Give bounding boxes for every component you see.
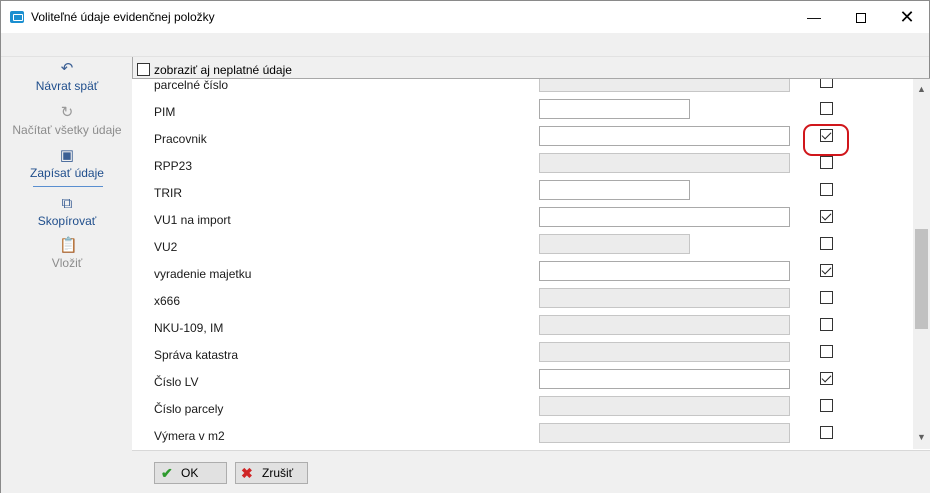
table-row: Správa katastra [132,342,912,369]
highlight-annotation [803,124,849,156]
sidebar-item-2[interactable]: ▣ Zapísať údaje [1,147,133,181]
field-name: vyradenie majetku [154,267,252,281]
show-invalid-checkbox[interactable] [137,63,150,77]
field-value-input[interactable] [539,207,790,227]
field-name: Číslo parcely [154,402,224,416]
sidebar-item-label: Načítať všetky údaje [12,123,122,137]
close-button[interactable]: ✕ [884,1,930,33]
field-enabled-checkbox[interactable] [820,183,833,196]
show-invalid-label: zobraziť aj neplatné údaje [154,62,292,77]
app-icon [10,11,24,23]
ok-button-label: OK [181,466,199,480]
field-name: Správa katastra [154,348,239,362]
field-value-input [539,79,790,92]
field-name: NKU-109, IM [154,321,224,335]
table-row: vyradenie majetku [132,261,912,288]
field-name: VU2 [154,240,178,254]
field-value-input[interactable] [539,126,790,146]
field-enabled-checkbox[interactable] [820,345,833,358]
paste-icon: 📋 [59,237,78,254]
field-enabled-checkbox[interactable] [820,237,833,250]
sidebar-item-3[interactable]: ⧉ Skopírovať [1,195,133,229]
table-row: RPP23 [132,153,912,180]
field-value-input [539,153,790,173]
copy-icon: ⧉ [61,195,73,212]
reload-icon: ↻ [60,104,74,121]
cancel-button-label: Zrušiť [262,466,294,480]
field-value-input [539,234,690,254]
field-name: Výmera v m2 [154,429,225,443]
selection-underline [33,186,103,187]
field-name: x666 [154,294,181,308]
undo-arrow-icon: ↶ [60,60,74,77]
sidebar-item-0[interactable]: ↶ Návrat späť [1,60,133,94]
show-invalid-option[interactable]: zobraziť aj neplatné údaje [137,62,292,77]
title-bar: Voliteľné údaje evidenčnej položky — ✕ [1,1,929,33]
scroll-up-icon[interactable]: ▲ [913,81,930,97]
field-enabled-checkbox[interactable] [820,79,833,88]
table-row: TRIR [132,180,912,207]
table-row: Číslo LV [132,369,912,396]
maximize-icon [856,13,866,24]
sidebar-item-1: ↻ Načítať všetky údaje [1,104,133,138]
sidebar-item-label: Skopírovať [37,214,97,228]
toolbar-strip [1,33,929,57]
field-enabled-checkbox[interactable] [820,426,833,439]
sidebar-item-4: 📋 Vložiť [1,237,133,271]
field-enabled-checkbox[interactable] [820,372,833,385]
sidebar-item-label: Návrat späť [35,79,99,93]
dialog-window: Voliteľné údaje evidenčnej položky — ✕ ↶… [0,0,930,493]
field-value-input [539,342,790,362]
field-value-input[interactable] [539,99,690,119]
field-enabled-checkbox[interactable] [820,399,833,412]
field-value-input[interactable] [539,261,790,281]
cancel-x-icon: ✖ [241,465,253,481]
sidebar: ↶ Návrat späť ↻ Načítať všetky údaje ▣ Zapísa… [1,57,133,493]
field-name: RPP23 [154,159,193,173]
field-enabled-checkbox[interactable] [820,291,833,304]
table-row: NKU-109, IM [132,315,912,342]
table-row: Výmera v m2 [132,423,912,450]
save-disk-icon: ▣ [59,147,75,164]
scroll-thumb[interactable] [915,229,928,329]
cancel-button[interactable]: ✖ Zrušiť [235,462,308,484]
field-name: PIM [154,105,176,119]
field-value-input [539,315,790,335]
table-row: x666 [132,288,912,315]
table-row: Číslo parcely [132,396,912,423]
field-name: VU1 na import [154,213,231,227]
field-value-input[interactable] [539,369,790,389]
field-name: Pracovnik [154,132,207,146]
field-value-input [539,288,790,308]
field-enabled-checkbox[interactable] [820,156,833,169]
table-row: VU1 na import [132,207,912,234]
minimize-button[interactable]: — [791,1,837,33]
field-name: parcelné číslo [154,78,229,92]
table-row: parcelné číslo [132,78,912,99]
dialog-button-bar: ✔ OK ✖ Zrušiť [132,450,930,493]
field-name: Číslo LV [154,375,199,389]
table-row: VU2 [132,234,912,261]
check-icon: ✔ [161,465,173,481]
vertical-scrollbar[interactable]: ▲ ▼ [913,79,930,449]
field-value-input[interactable] [539,180,690,200]
table-row: Pracovnik [132,126,912,153]
field-name: TRIR [154,186,182,200]
field-enabled-checkbox[interactable] [820,210,833,223]
sidebar-item-label: Zapísať údaje [30,166,104,180]
field-value-input [539,396,790,416]
field-value-input [539,423,790,443]
sidebar-item-label: Vložiť [51,256,83,270]
scroll-down-icon[interactable]: ▼ [913,429,930,445]
maximize-button[interactable] [838,1,884,33]
field-enabled-checkbox[interactable] [820,264,833,277]
table-row: PIM [132,99,912,126]
field-enabled-checkbox[interactable] [820,102,833,115]
window-title: Voliteľné údaje evidenčnej položky [31,10,215,24]
field-enabled-checkbox[interactable] [820,318,833,331]
ok-button[interactable]: ✔ OK [154,462,227,484]
